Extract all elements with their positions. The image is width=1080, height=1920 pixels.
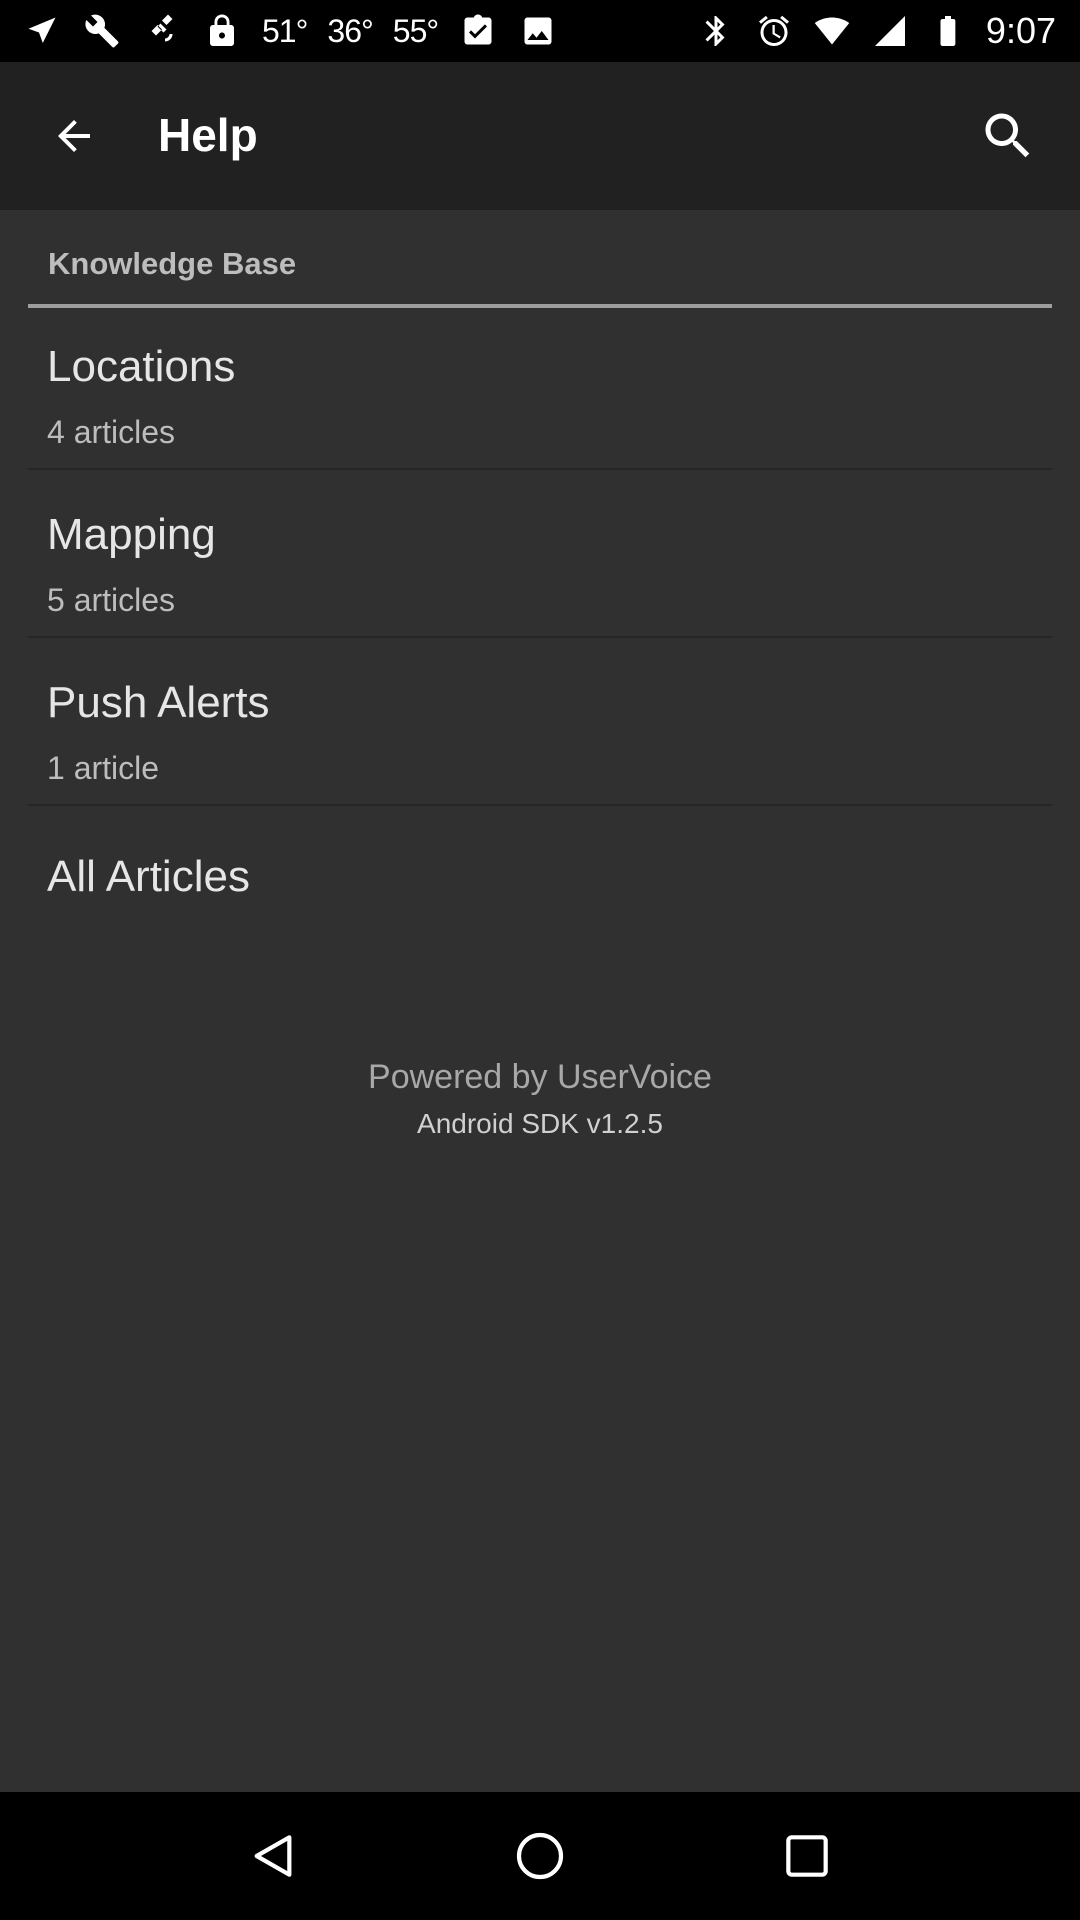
powered-by-text: Powered by UserVoice (368, 1058, 712, 1096)
temperature-2: 36° (327, 12, 373, 49)
topic-article-count: 4 articles (47, 414, 176, 450)
status-bar: 51° 36° 55° 9:07 (0, 0, 1080, 62)
wrench-icon (82, 11, 122, 51)
bluetooth-icon (696, 11, 736, 51)
topic-article-count: 5 articles (47, 582, 176, 618)
signal-icon (870, 11, 910, 51)
divider (28, 468, 1052, 470)
help-content: Knowledge Base Locations 4 articles Mapp… (0, 210, 1080, 1792)
back-button[interactable] (24, 86, 124, 186)
topic-title: Locations (47, 342, 236, 391)
app-bar: Help (0, 62, 1080, 210)
search-icon (985, 113, 1030, 158)
nav-home-button[interactable] (485, 1801, 595, 1911)
nav-back-button[interactable] (218, 1801, 328, 1911)
clock-time: 9:07 (985, 10, 1056, 51)
home-circle-icon (516, 1832, 564, 1880)
satellite-icon (142, 11, 182, 51)
nav-recents-button[interactable] (752, 1801, 862, 1911)
back-triangle-icon (254, 1835, 292, 1877)
wifi-icon (812, 11, 852, 51)
lock-icon (202, 11, 242, 51)
topic-item-push-alerts[interactable]: Push Alerts 1 article (0, 648, 1080, 816)
all-articles-item[interactable]: All Articles (0, 824, 1080, 944)
divider (28, 804, 1052, 806)
image-icon (518, 11, 558, 51)
recents-square-icon (785, 1835, 828, 1877)
temperature-3: 55° (392, 12, 439, 49)
topic-item-mapping[interactable]: Mapping 5 articles (0, 480, 1080, 648)
all-articles-label: All Articles (47, 852, 250, 901)
section-header-label: Knowledge Base (48, 246, 297, 281)
battery-icon (928, 11, 968, 51)
topic-title: Push Alerts (47, 678, 270, 727)
topic-item-locations[interactable]: Locations 4 articles (0, 312, 1080, 480)
arrow-back-icon (58, 120, 90, 152)
navigation-icon (22, 11, 62, 51)
navigation-bar (0, 1792, 1080, 1920)
sdk-version-text: Android SDK v1.2.5 (417, 1108, 663, 1139)
clipboard-check-icon (458, 11, 498, 51)
divider (28, 636, 1052, 638)
status-bar-right: 9:07 (696, 10, 1080, 52)
search-button[interactable] (958, 86, 1058, 186)
status-bar-left: 51° 36° 55° (0, 11, 558, 51)
topic-title: Mapping (47, 510, 216, 559)
topic-article-count: 1 article (47, 750, 160, 786)
alarm-icon (754, 11, 794, 51)
section-header: Knowledge Base (28, 246, 1052, 308)
temperature-1: 51° (262, 12, 308, 49)
page-title: Help (158, 109, 258, 161)
